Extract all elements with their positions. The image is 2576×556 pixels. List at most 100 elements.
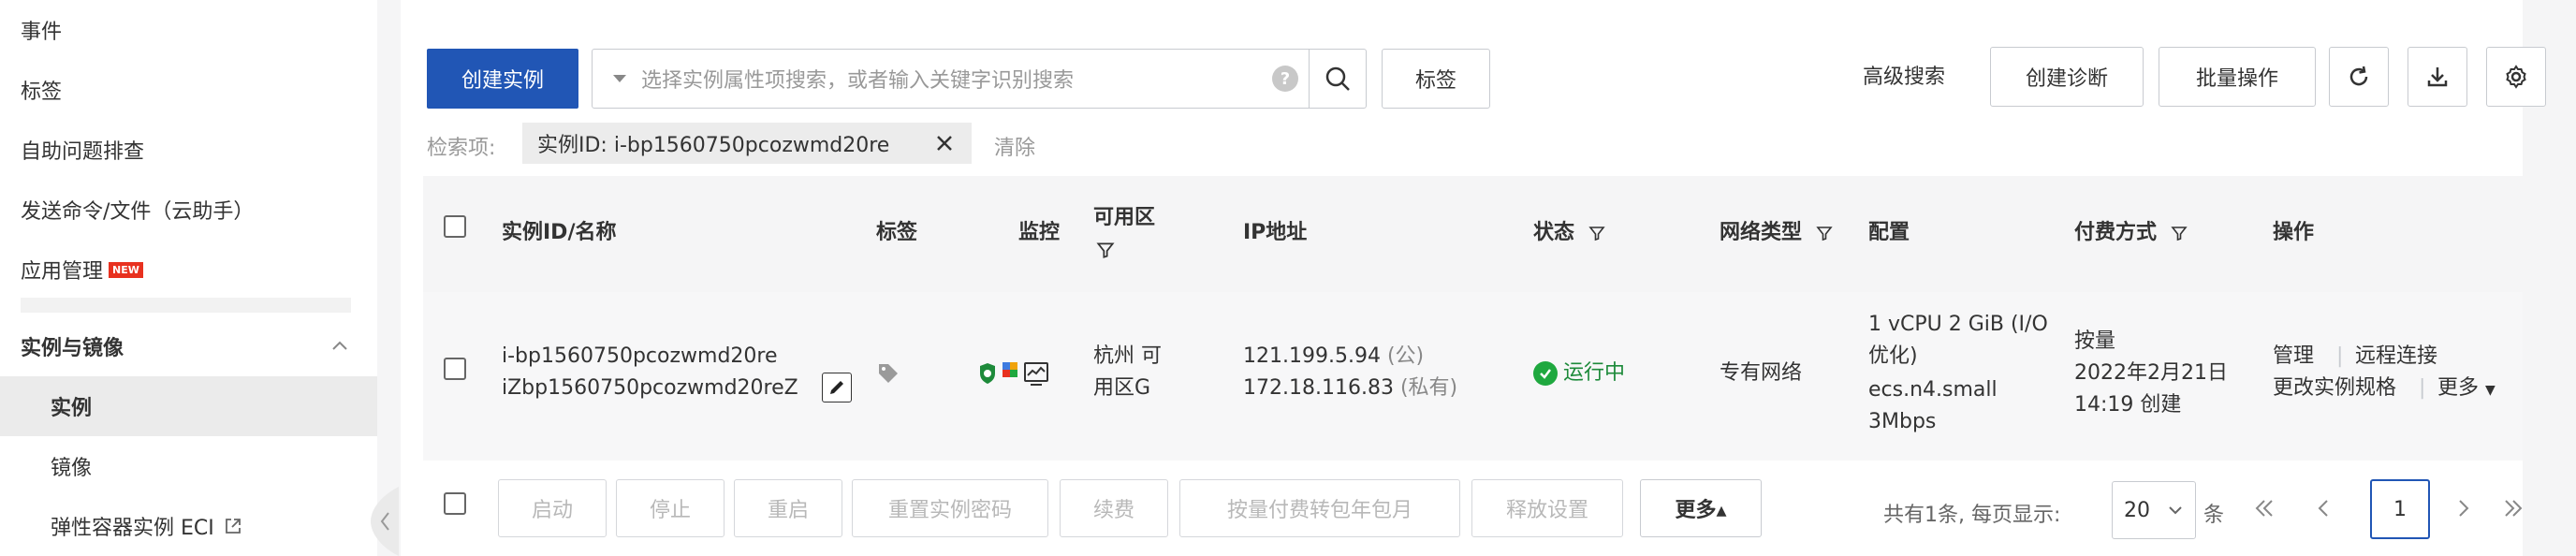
clear-filter-link[interactable]: 清除	[994, 131, 1035, 161]
billing-filter-icon[interactable]	[2170, 224, 2188, 242]
caret-down-icon: ▼	[2485, 383, 2496, 398]
tag-filter-button[interactable]: 标签	[1382, 49, 1490, 109]
search-button[interactable]	[1309, 49, 1367, 109]
prev-page-icon[interactable]	[2312, 496, 2336, 520]
more-actions-link[interactable]: 更多 ▼	[2437, 373, 2496, 406]
search-icon	[1325, 66, 1350, 91]
settings-button[interactable]	[2486, 47, 2546, 107]
column-header-billing-label: 付费方式	[2074, 221, 2158, 244]
sidebar-item-cloud-assistant[interactable]: 发送命令/文件（云助手）	[0, 180, 377, 240]
column-header-config: 配置	[1868, 221, 1910, 244]
ip-public-address: 121.199.5.94	[1243, 344, 1381, 368]
bandwidth: 3Mbps	[1868, 410, 1937, 433]
help-icon[interactable]: ?	[1272, 66, 1298, 92]
page-size-value: 20	[2124, 498, 2150, 522]
reset-password-button[interactable]: 重置实例密码	[852, 479, 1048, 537]
cloud-assistant-icon[interactable]	[1000, 359, 1020, 384]
restart-button[interactable]: 重启	[734, 479, 842, 537]
download-button[interactable]	[2408, 47, 2467, 107]
last-page-icon[interactable]	[2501, 496, 2525, 520]
zone-filter-icon[interactable]	[1095, 240, 1116, 260]
footer-more-button[interactable]: 更多▴	[1640, 479, 1762, 537]
release-settings-button[interactable]: 释放设置	[1471, 479, 1623, 537]
sidebar-item-app-management[interactable]: 应用管理 NEW	[0, 240, 377, 300]
sidebar-item-label: 弹性容器实例 ECI	[51, 517, 214, 540]
sidebar-item-label: 实例	[51, 397, 93, 420]
stop-button[interactable]: 停止	[616, 479, 724, 537]
change-spec-link[interactable]: 更改实例规格	[2273, 373, 2396, 404]
sidebar-item-label: 标签	[21, 80, 63, 104]
edit-name-button[interactable]	[822, 373, 852, 402]
next-page-icon[interactable]	[2451, 496, 2475, 520]
sidebar-item-eci[interactable]: 弹性容器实例 ECI	[0, 496, 377, 556]
monitor-chart-icon[interactable]	[1022, 359, 1050, 388]
column-header-monitor: 监控	[1018, 221, 1061, 244]
config-line2: 优化)	[1868, 344, 1918, 368]
zone-line2: 用区G	[1093, 376, 1151, 400]
sidebar-item-events[interactable]: 事件	[0, 0, 377, 60]
download-icon	[2427, 67, 2448, 87]
sidebar-collapse-handle[interactable]	[371, 487, 399, 556]
column-header-status-label: 状态	[1533, 221, 1575, 244]
refresh-button[interactable]	[2329, 47, 2389, 107]
renew-button[interactable]: 续费	[1060, 479, 1168, 537]
external-link-icon	[225, 519, 241, 534]
chevron-up-icon	[332, 341, 347, 350]
footer-select-all-checkbox[interactable]	[444, 492, 466, 515]
security-shield-icon[interactable]	[977, 361, 998, 386]
page-size-unit: 条	[2203, 504, 2225, 527]
column-header-network-label: 网络类型	[1720, 221, 1803, 244]
row-checkbox[interactable]	[444, 358, 466, 380]
column-header-ip: IP地址	[1243, 221, 1308, 244]
refresh-icon	[2349, 66, 2368, 86]
close-icon[interactable]	[934, 133, 955, 154]
start-button[interactable]: 启动	[498, 479, 607, 537]
search-bar[interactable]: 选择实例属性项搜索，或者输入关键字识别搜索 ?	[592, 49, 1316, 109]
sidebar-item-images[interactable]: 镜像	[0, 436, 377, 496]
chevron-down-icon	[2169, 506, 2182, 515]
column-header-network: 网络类型	[1720, 217, 1834, 249]
new-badge: NEW	[109, 261, 143, 278]
ip-private: 172.18.116.83 (私有)	[1243, 373, 1457, 404]
column-header-billing: 付费方式	[2074, 217, 2188, 249]
page-size-select[interactable]: 20	[2112, 481, 2196, 539]
check-circle-icon	[1533, 361, 1558, 386]
sidebar-item-troubleshoot[interactable]: 自助问题排查	[0, 120, 377, 180]
column-header-status: 状态	[1533, 217, 1606, 249]
sidebar-group-instances-images[interactable]: 实例与镜像	[0, 316, 377, 376]
instance-id-link[interactable]: i-bp1560750pcozwmd20re	[502, 341, 778, 373]
manage-link[interactable]: 管理	[2273, 341, 2314, 373]
select-all-checkbox[interactable]	[444, 215, 466, 238]
more-actions-label: 更多	[2437, 376, 2480, 400]
sidebar-divider	[21, 298, 351, 313]
current-page[interactable]: 1	[2370, 479, 2430, 539]
create-instance-button[interactable]: 创建实例	[427, 49, 578, 109]
sidebar: 事件 标签 自助问题排查 发送命令/文件（云助手） 应用管理 NEW 实例与镜像…	[0, 0, 377, 556]
main-content: 创建实例 选择实例属性项搜索，或者输入关键字识别搜索 ? 标签 高级搜索 创建诊…	[401, 0, 2546, 556]
convert-billing-button[interactable]: 按量付费转包年包月	[1179, 479, 1460, 537]
network-filter-icon[interactable]	[1815, 224, 1834, 242]
billing-date: 2022年2月21日	[2074, 361, 2228, 385]
instance-spec-link[interactable]: ecs.n4.small	[1868, 374, 1998, 406]
create-diagnosis-button[interactable]: 创建诊断	[1990, 47, 2144, 107]
advanced-search-link[interactable]: 高级搜索	[1863, 62, 1945, 94]
column-header-id-name: 实例ID/名称	[502, 221, 617, 244]
status-text: 运行中	[1563, 361, 1626, 385]
remote-connect-link[interactable]: 远程连接	[2355, 341, 2437, 373]
active-filter-tag: 实例ID: i-bp1560750pcozwmd20re	[522, 123, 972, 164]
sidebar-item-label: 发送命令/文件（云助手）	[21, 200, 255, 224]
first-page-icon[interactable]	[2252, 496, 2276, 520]
sidebar-item-instances[interactable]: 实例	[0, 376, 377, 436]
search-filter-dropdown-icon[interactable]	[613, 75, 626, 82]
status-filter-icon[interactable]	[1588, 224, 1606, 242]
batch-operations-button[interactable]: 批量操作	[2159, 47, 2316, 107]
table-header: 实例ID/名称 标签 监控 可用区 IP地址 状态 网络类型 配置 付费方式 操…	[423, 176, 2523, 292]
pagination-total: 共有1条, 每页显示:	[1883, 504, 2061, 527]
column-header-zone: 可用区	[1093, 206, 1156, 229]
search-input[interactable]: 选择实例属性项搜索，或者输入关键字识别搜索	[641, 64, 1272, 94]
ip-private-address: 172.18.116.83	[1243, 376, 1394, 400]
billing-type: 按量	[2074, 329, 2116, 353]
sidebar-item-tags[interactable]: 标签	[0, 60, 377, 120]
gear-icon	[2506, 65, 2526, 89]
tag-icon[interactable]	[876, 361, 900, 386]
